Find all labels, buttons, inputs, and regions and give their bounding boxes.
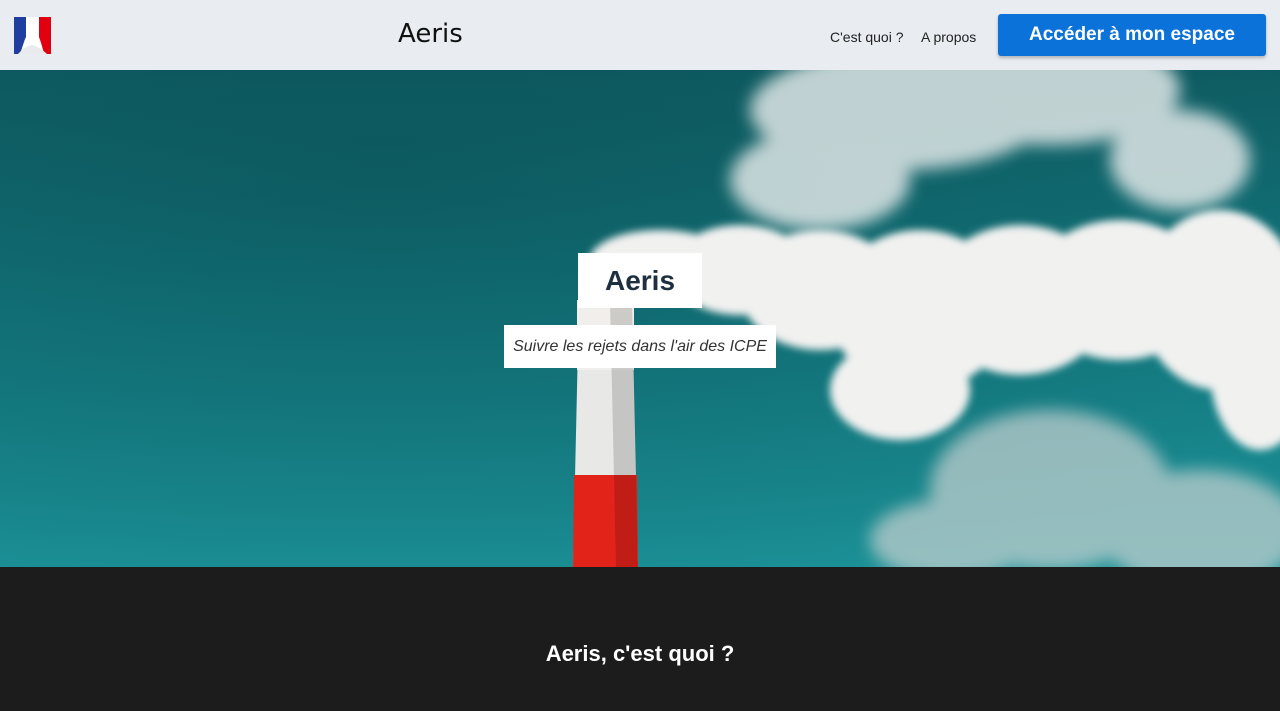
section-heading: Aeris, c'est quoi ? bbox=[545, 641, 735, 666]
site-title: Aeris bbox=[398, 19, 463, 49]
marianne-logo-icon[interactable] bbox=[14, 17, 51, 54]
chimney-shape bbox=[573, 270, 638, 567]
about-section: Aeris, c'est quoi ? bbox=[0, 567, 1280, 711]
hero-title: Aeris bbox=[578, 253, 702, 308]
access-space-button[interactable]: Accéder à mon espace bbox=[998, 14, 1266, 56]
nav-link-what[interactable]: C'est quoi ? bbox=[830, 29, 904, 45]
hero-banner: Aeris Suivre les rejets dans l'air des I… bbox=[0, 70, 1280, 567]
nav-link-about[interactable]: A propos bbox=[921, 29, 976, 45]
hero-subtitle: Suivre les rejets dans l'air des ICPE bbox=[504, 325, 776, 368]
site-header: Aeris C'est quoi ? A propos Accéder à mo… bbox=[0, 0, 1280, 70]
hero-background-image bbox=[0, 70, 1280, 567]
